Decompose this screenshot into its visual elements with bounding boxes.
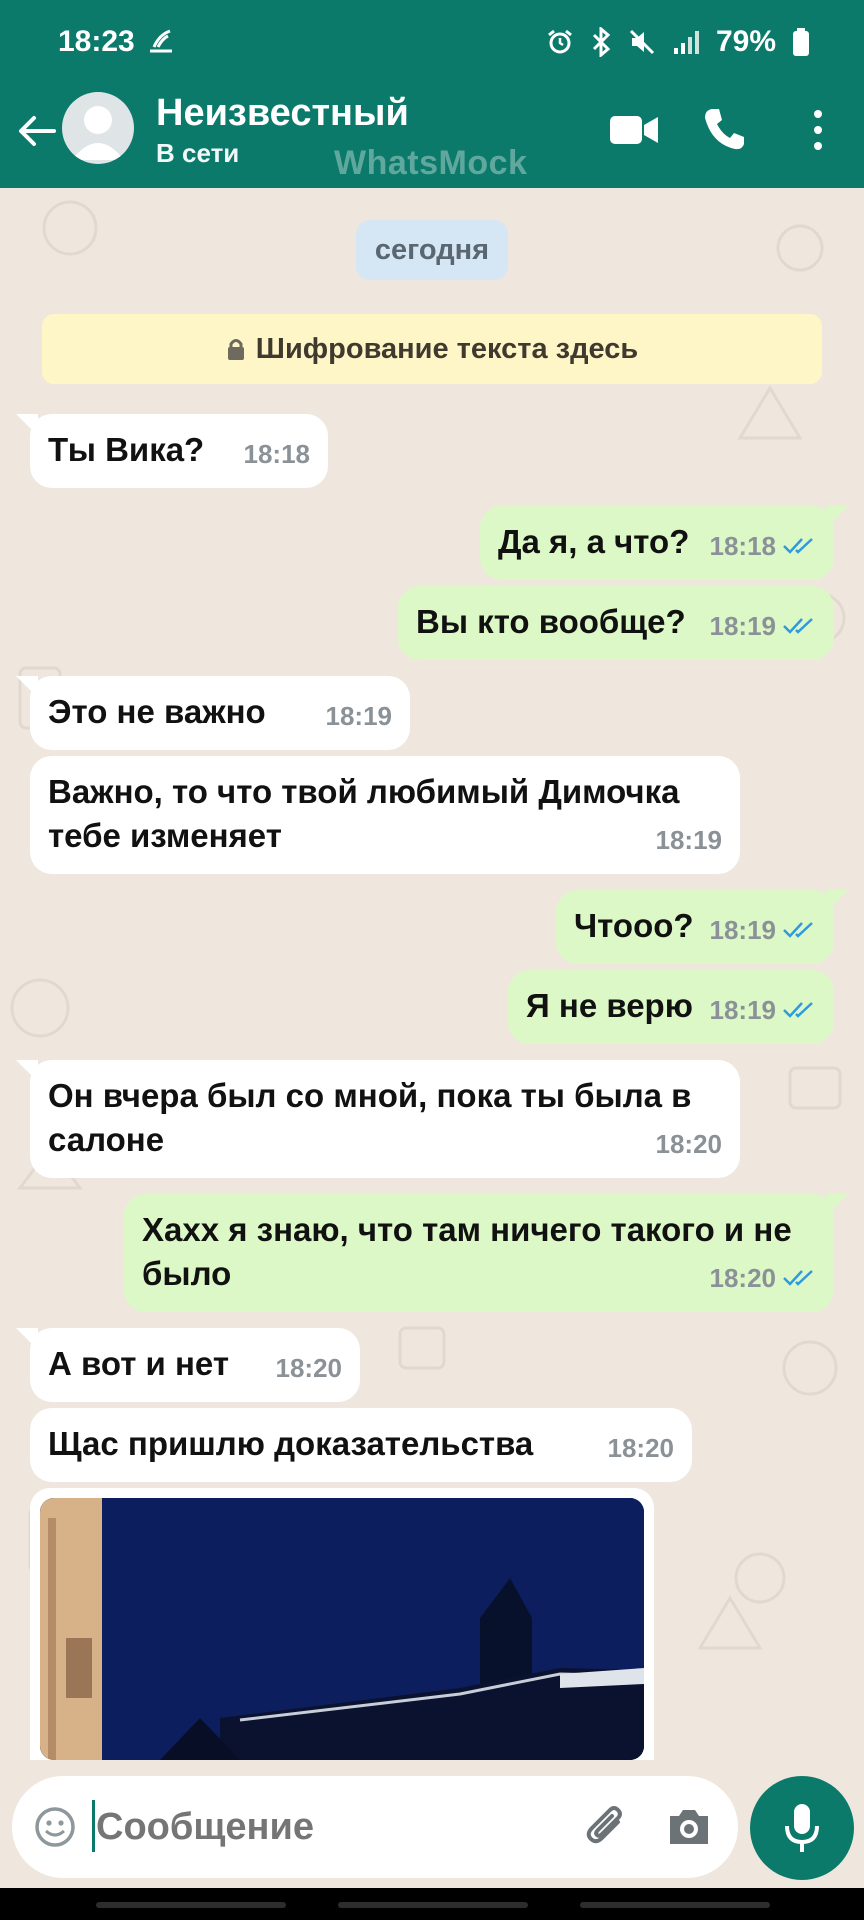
message-time: 18:18 bbox=[709, 531, 777, 561]
message-time: 18:19 bbox=[709, 995, 777, 1025]
mute-icon bbox=[629, 29, 655, 55]
message-text: Это не важно bbox=[48, 693, 266, 730]
message-text: Ты Вика? bbox=[48, 431, 205, 468]
message-meta: 18:20 bbox=[608, 1426, 675, 1470]
attach-icon[interactable] bbox=[584, 1802, 630, 1852]
encryption-text: Шифрование текста здесь bbox=[255, 332, 639, 365]
message-meta: 18:19 bbox=[326, 694, 393, 738]
message-text: Я не верю bbox=[526, 987, 693, 1024]
message-meta: 18:20 bbox=[656, 1122, 723, 1166]
presence-status: В сети bbox=[156, 138, 240, 168]
message-incoming[interactable]: Важно, то что твой любимый Димочка тебе … bbox=[30, 756, 740, 874]
message-meta: 18:20 bbox=[710, 1256, 817, 1300]
message-text: А вот и нет bbox=[48, 1345, 229, 1382]
avatar[interactable] bbox=[62, 92, 134, 164]
read-ticks-icon bbox=[783, 922, 813, 938]
message-meta: 18:19 bbox=[656, 818, 723, 862]
status-bar: 18:23 79% bbox=[0, 0, 864, 84]
message-incoming[interactable]: Ты Вика? 18:18 bbox=[16, 414, 328, 488]
message-outgoing[interactable]: Хахх я знаю, что там ничего такого и не … bbox=[124, 1194, 848, 1312]
message-text: Да я, а что? bbox=[498, 523, 690, 560]
encryption-notice[interactable]: Шифрование текста здесь bbox=[42, 314, 822, 384]
message-text: Он вчера был со мной, пока ты была в сал… bbox=[48, 1077, 692, 1158]
emoji-icon[interactable] bbox=[34, 1806, 76, 1848]
message-composer[interactable] bbox=[12, 1776, 738, 1878]
app-header: 18:23 79% Неизвестный В сети WhatsMock bbox=[0, 0, 864, 188]
message-meta: 18:19 bbox=[710, 604, 817, 648]
date-divider: сегодня bbox=[356, 220, 508, 280]
message-outgoing[interactable]: Я не верю 18:19 bbox=[508, 970, 834, 1044]
contact-name[interactable]: Неизвестный bbox=[156, 92, 409, 135]
message-incoming[interactable]: Щас пришлю доказательства 18:20 bbox=[30, 1408, 692, 1482]
nav-recents-gesture[interactable] bbox=[580, 1902, 770, 1908]
message-time: 18:20 bbox=[607, 1433, 675, 1463]
status-icons: 79% bbox=[546, 25, 810, 59]
nav-back-gesture[interactable] bbox=[96, 1902, 286, 1908]
night-building-photo bbox=[40, 1498, 644, 1760]
phone-icon[interactable] bbox=[702, 106, 746, 152]
message-meta: 18:19 bbox=[710, 988, 817, 1032]
message-time: 18:19 bbox=[709, 915, 777, 945]
avatar-icon bbox=[72, 106, 124, 160]
message-text: Важно, то что твой любимый Димочка тебе … bbox=[48, 773, 680, 854]
read-ticks-icon bbox=[783, 538, 813, 554]
message-text: Хахх я знаю, что там ничего такого и не … bbox=[142, 1211, 792, 1292]
status-time: 18:23 bbox=[58, 25, 135, 58]
message-outgoing[interactable]: Чтооо? 18:19 bbox=[556, 890, 848, 964]
read-ticks-icon bbox=[783, 618, 813, 634]
message-text: Вы кто вообще? bbox=[416, 603, 686, 640]
message-time: 18:18 bbox=[243, 439, 311, 469]
message-meta: 18:20 bbox=[276, 1346, 343, 1390]
message-outgoing[interactable]: Да я, а что? 18:18 bbox=[480, 506, 848, 580]
battery-icon bbox=[793, 28, 809, 56]
message-time: 18:20 bbox=[709, 1263, 777, 1293]
message-time: 18:19 bbox=[709, 611, 777, 641]
more-vert-icon[interactable] bbox=[808, 108, 828, 152]
image-preview[interactable] bbox=[40, 1498, 644, 1760]
message-incoming[interactable]: Это не важно 18:19 bbox=[16, 676, 410, 750]
alarm-icon bbox=[548, 29, 572, 54]
camera-icon[interactable] bbox=[666, 1806, 712, 1848]
message-time: 18:19 bbox=[655, 825, 723, 855]
message-meta: 18:19 bbox=[710, 908, 817, 952]
text-caret bbox=[92, 1800, 95, 1852]
battery-percent: 79% bbox=[715, 25, 776, 58]
video-call-icon[interactable] bbox=[608, 110, 660, 150]
read-ticks-icon bbox=[783, 1002, 813, 1018]
watermark: WhatsMock bbox=[334, 144, 528, 182]
cast-icon bbox=[150, 29, 172, 53]
read-ticks-icon bbox=[783, 1270, 813, 1286]
message-time: 18:19 bbox=[325, 701, 393, 731]
lock-icon bbox=[227, 339, 244, 360]
message-text: Щас пришлю доказательства bbox=[48, 1425, 534, 1462]
chat-area[interactable]: сегодня Шифрование текста здесь Ты Вика?… bbox=[0, 188, 864, 1760]
voice-record-button[interactable] bbox=[750, 1776, 854, 1880]
message-text: Чтооо? bbox=[574, 907, 694, 944]
message-incoming[interactable]: Он вчера был со мной, пока ты была в сал… bbox=[16, 1060, 740, 1178]
system-nav-bar bbox=[0, 1888, 864, 1920]
mic-icon bbox=[785, 1804, 819, 1852]
signal-icon bbox=[673, 31, 699, 54]
message-meta: 18:18 bbox=[710, 524, 817, 568]
message-outgoing[interactable]: Вы кто вообще? 18:19 bbox=[398, 586, 834, 660]
message-incoming[interactable]: А вот и нет 18:20 bbox=[16, 1328, 360, 1402]
message-meta: 18:18 bbox=[244, 432, 311, 476]
message-input[interactable] bbox=[96, 1798, 566, 1856]
back-arrow-icon[interactable] bbox=[14, 108, 60, 154]
message-time: 18:20 bbox=[655, 1129, 723, 1159]
nav-home-gesture[interactable] bbox=[338, 1902, 528, 1908]
bluetooth-icon bbox=[592, 27, 611, 57]
message-time: 18:20 bbox=[275, 1353, 343, 1383]
